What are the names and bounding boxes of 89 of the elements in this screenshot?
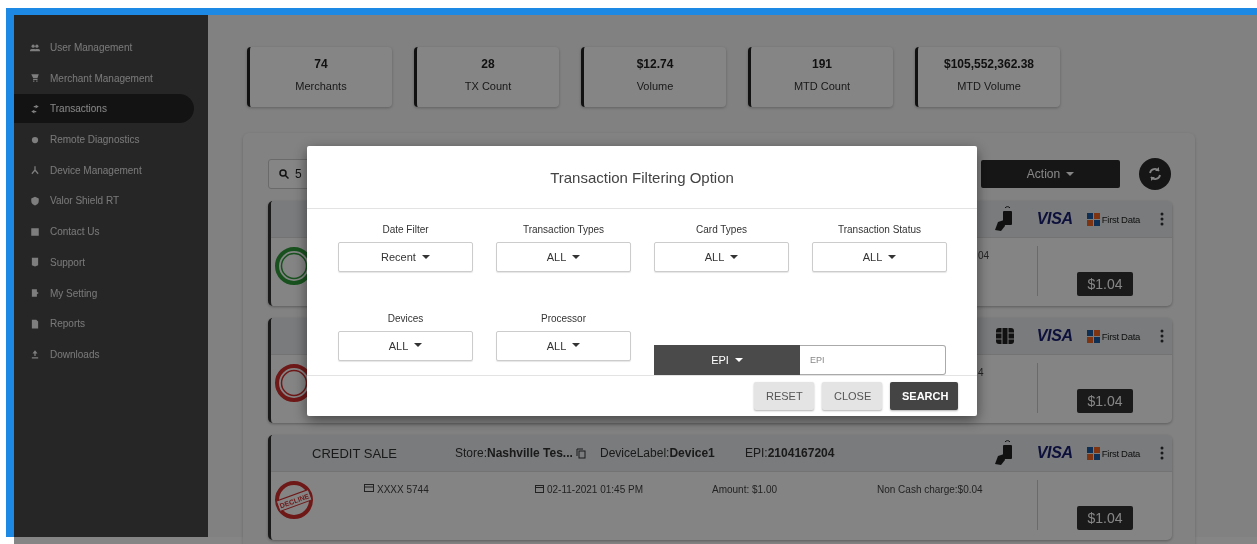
filter-dropdown[interactable]: ALL: [654, 242, 789, 272]
filter-dropdown[interactable]: ALL: [812, 242, 947, 272]
id-type-dropdown[interactable]: EPI: [654, 345, 800, 375]
sidebar-item[interactable]: Reports: [14, 309, 194, 339]
sidebar-item[interactable]: User Management: [14, 33, 194, 62]
stat-label: MTD Count: [793, 80, 851, 92]
caret-icon: [572, 254, 581, 260]
refresh-icon[interactable]: [1139, 158, 1171, 190]
stat-value: 74: [314, 57, 328, 71]
copy-icon[interactable]: [575, 447, 586, 459]
card-icon: [364, 484, 374, 492]
stat-value: $105,552,362.38: [943, 57, 1035, 71]
nav-icon: [30, 73, 40, 84]
calendar-icon: [535, 484, 544, 493]
nav-icon: [30, 195, 40, 206]
filter-dropdown[interactable]: ALL: [338, 330, 473, 361]
nav-icon: [30, 226, 40, 237]
filter-label: Devices: [387, 312, 424, 324]
more-icon[interactable]: [1160, 212, 1164, 226]
nav-icon: [30, 134, 40, 145]
nav-icon: [30, 165, 40, 176]
non-cash-charge: Non Cash charge:$0.04: [877, 484, 983, 495]
sidebar-item[interactable]: Transactions: [14, 94, 194, 124]
sidebar-item[interactable]: Remote Diagnostics: [14, 125, 194, 155]
filter-label: Date Filter: [382, 224, 429, 235]
transaction-type: CREDIT SALE: [312, 445, 398, 461]
stat-value: 191: [812, 57, 832, 71]
stat-label: Merchants: [295, 80, 347, 92]
chip-icon: [994, 327, 1015, 345]
search-icon: [279, 169, 289, 179]
more-icon[interactable]: [1160, 446, 1164, 460]
sidebar-item[interactable]: Device Management: [14, 155, 194, 185]
filter-label: Transaction Status: [838, 224, 921, 235]
dialog-button[interactable]: SEARCH: [890, 382, 958, 410]
card-brand-logo: VISA: [1036, 210, 1073, 228]
sidebar-item[interactable]: My Setting: [14, 278, 194, 308]
amount-total: $1.04: [1077, 272, 1133, 296]
processor-logo: First Data: [1086, 329, 1140, 343]
nav-icon: [30, 103, 40, 114]
sidebar-item[interactable]: Merchant Management: [14, 63, 194, 93]
tap-card-icon: [992, 440, 1015, 466]
dialog-button[interactable]: RESET: [754, 382, 814, 410]
nav-icon: [30, 42, 40, 53]
more-icon[interactable]: [1160, 329, 1164, 343]
stat-label: TX Count: [464, 80, 512, 92]
id-search-field[interactable]: EPI: [800, 345, 946, 375]
amount-text: Amount: $1.00: [712, 484, 778, 495]
sidebar-item[interactable]: Support: [14, 247, 194, 277]
store-name: Store:Nashville Tes...: [455, 446, 573, 460]
filter-label: Card Types: [696, 224, 747, 235]
non-cash-charge: 04: [978, 250, 990, 261]
sidebar-item[interactable]: Downloads: [14, 339, 194, 369]
nav-icon: [30, 257, 40, 268]
caret-icon: [572, 343, 581, 348]
nav-icon: [30, 288, 40, 298]
caret-icon: [888, 254, 897, 260]
filter-label: Processor: [541, 312, 586, 324]
filter-dropdown[interactable]: ALL: [496, 242, 631, 272]
stat-label: Volume: [636, 80, 674, 92]
epi-number: EPI:2104167204: [745, 446, 835, 460]
caret-icon: [734, 357, 743, 363]
transaction-date: 02-11-2021 01:45 PM: [547, 484, 643, 495]
stat-label: MTD Volume: [957, 80, 1021, 92]
action-button[interactable]: Action: [981, 160, 1120, 188]
caret-icon: [421, 254, 430, 260]
card-brand-logo: VISA: [1036, 327, 1073, 345]
stat-value: 28: [481, 57, 495, 71]
caret-icon: [730, 254, 739, 260]
device-label: DeviceLabel:Device1: [600, 446, 716, 460]
tap-card-icon: [992, 206, 1015, 232]
sidebar-item[interactable]: Valor Shield RT: [14, 186, 194, 216]
sidebar-item[interactable]: Contact Us: [14, 217, 194, 247]
dialog-title: Transaction Filtering Option: [307, 146, 977, 209]
non-cash-charge: 4: [978, 367, 984, 378]
caret-icon: [414, 343, 423, 348]
processor-logo: First Data: [1086, 446, 1140, 460]
card-number: XXXX 5744: [377, 484, 429, 495]
nav-icon: [30, 349, 40, 360]
stat-value: $12.74: [636, 57, 674, 71]
processor-logo: First Data: [1086, 212, 1140, 226]
filter-dropdown[interactable]: ALL: [496, 330, 631, 361]
caret-icon: [1066, 171, 1075, 177]
filter-dropdown[interactable]: Recent: [338, 242, 473, 272]
card-brand-logo: VISA: [1036, 444, 1073, 462]
amount-total: $1.04: [1077, 389, 1133, 413]
nav-icon: [30, 318, 40, 329]
dialog-button[interactable]: CLOSE: [822, 382, 882, 410]
amount-total: $1.04: [1077, 506, 1133, 530]
filter-label: Transaction Types: [522, 224, 605, 235]
